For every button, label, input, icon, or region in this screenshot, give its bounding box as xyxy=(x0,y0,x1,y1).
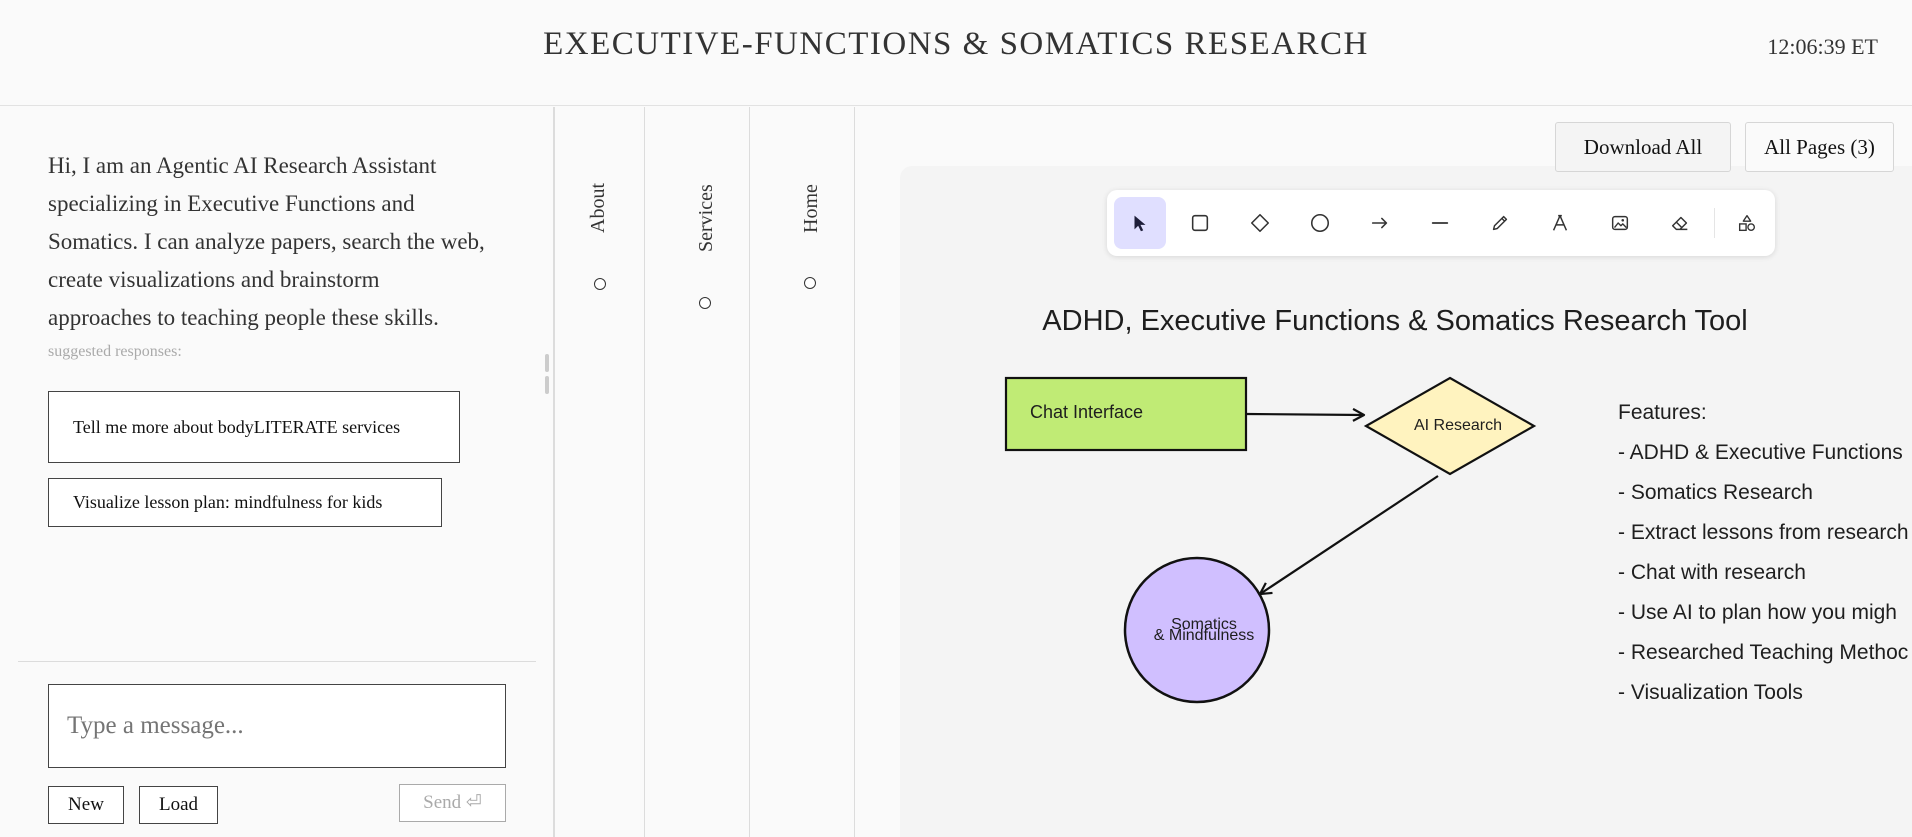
nav-indicator-dot xyxy=(699,297,711,309)
node-label: & Mindfulness xyxy=(1154,627,1255,644)
toolbar-separator xyxy=(1714,208,1715,238)
ellipse-icon[interactable] xyxy=(1294,197,1346,249)
download-all-button[interactable]: Download All xyxy=(1555,122,1731,172)
eraser-icon[interactable] xyxy=(1654,197,1706,249)
send-button[interactable]: Send ⏎ xyxy=(399,784,506,822)
message-input[interactable] xyxy=(48,684,506,768)
all-pages-button[interactable]: All Pages (3) xyxy=(1745,122,1894,172)
assistant-intro-message: Hi, I am an Agentic AI Research Assistan… xyxy=(48,153,485,330)
app-header: EXECUTIVE-FUNCTIONS & SOMATICS RESEARCH … xyxy=(0,0,1912,106)
page-title: EXECUTIVE-FUNCTIONS & SOMATICS RESEARCH xyxy=(543,26,1369,62)
feature-item: - Chat with research xyxy=(1618,561,1806,584)
line-icon[interactable] xyxy=(1414,197,1466,249)
new-chat-button[interactable]: New xyxy=(48,786,124,824)
diamond-icon[interactable] xyxy=(1234,197,1286,249)
panel-resize-handle[interactable] xyxy=(545,354,551,394)
feature-item: - Researched Teaching Methoc xyxy=(1618,641,1908,664)
features-heading: Features: xyxy=(1618,401,1707,424)
clock: 12:06:39 ET xyxy=(1767,34,1878,59)
nav-divider xyxy=(854,107,855,837)
suggestion-button-lesson-plan[interactable]: Visualize lesson plan: mindfulness for k… xyxy=(48,478,442,527)
divider xyxy=(18,661,536,662)
selection-icon[interactable] xyxy=(1114,197,1166,249)
feature-item: - Extract lessons from research xyxy=(1618,521,1909,544)
features-list: Features: - ADHD & Executive Functions -… xyxy=(1618,401,1909,704)
text-icon[interactable] xyxy=(1534,197,1586,249)
feature-item: - Somatics Research xyxy=(1618,481,1813,504)
chat-panel: Hi, I am an Agentic AI Research Assistan… xyxy=(0,107,554,837)
node-chat-interface[interactable]: Chat Interface xyxy=(1004,376,1248,452)
nav-indicator-dot xyxy=(594,278,606,290)
diagram: ADHD, Executive Functions & Somatics Res… xyxy=(1004,305,1909,704)
nav-item-label: Services xyxy=(695,184,717,252)
feature-item: - ADHD & Executive Functions xyxy=(1618,441,1903,464)
nav-item-about[interactable]: About xyxy=(555,107,644,837)
nav-item-label: About xyxy=(587,183,609,233)
node-ai-research[interactable]: AI Research xyxy=(1363,376,1537,476)
suggested-responses-label: suggested responses: xyxy=(48,343,182,360)
more-shapes-icon[interactable] xyxy=(1721,197,1773,249)
feature-item: - Visualization Tools xyxy=(1618,681,1803,704)
nav-item-home[interactable]: Home xyxy=(750,107,854,837)
load-chat-button[interactable]: Load xyxy=(139,786,218,824)
nav-indicator-dot xyxy=(804,277,816,289)
arrow-ai-to-somatics[interactable] xyxy=(1258,475,1439,596)
image-icon[interactable] xyxy=(1594,197,1646,249)
feature-item: - Use AI to plan how you migh xyxy=(1618,601,1897,624)
nav-item-services[interactable]: Services xyxy=(645,107,749,837)
pencil-icon[interactable] xyxy=(1474,197,1526,249)
diagram-title: ADHD, Executive Functions & Somatics Res… xyxy=(1042,305,1747,337)
arrow-chat-to-ai[interactable] xyxy=(1246,407,1366,422)
rectangle-icon[interactable] xyxy=(1174,197,1226,249)
suggestion-button-bodyliterate[interactable]: Tell me more about bodyLITERATE services xyxy=(48,391,460,463)
arrow-icon[interactable] xyxy=(1354,197,1406,249)
node-label: Chat Interface xyxy=(1030,402,1143,422)
drawing-toolbar xyxy=(1107,190,1775,256)
node-somatics-mindfulness[interactable]: Somatics & Mindfulness xyxy=(1123,556,1271,704)
node-label: AI Research xyxy=(1414,417,1502,434)
nav-item-label: Home xyxy=(800,184,822,233)
